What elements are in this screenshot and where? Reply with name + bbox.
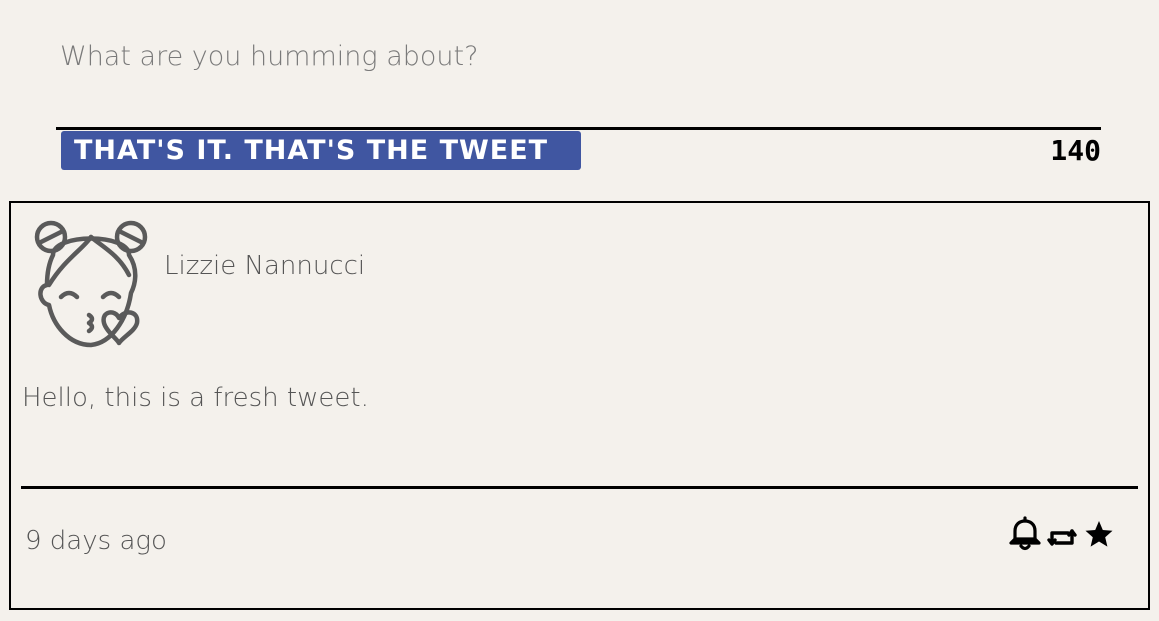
character-counter: 140 (1050, 134, 1101, 167)
compose-tweet-input[interactable] (58, 26, 1102, 86)
tweet-actions (1008, 513, 1116, 553)
tweet-divider (21, 486, 1138, 489)
submit-tweet-button[interactable]: THAT'S IT. THAT'S THE TWEET (61, 131, 581, 170)
tweet-card: Lizzie Nannucci Hello, this is a fresh t… (9, 201, 1150, 610)
compose-divider (56, 127, 1101, 130)
tweet-timestamp: 9 days ago (25, 526, 167, 556)
star-icon[interactable] (1082, 513, 1116, 553)
tweet-header: Lizzie Nannucci (11, 203, 1148, 353)
compose-form: THAT'S IT. THAT'S THE TWEET 140 (0, 0, 1159, 190)
kissing-girl-avatar-icon (34, 220, 148, 348)
author-name: Lizzie Nannucci (164, 251, 366, 281)
avatar (31, 215, 151, 350)
tweet-text: Hello, this is a fresh tweet. (22, 383, 369, 413)
bell-icon[interactable] (1008, 513, 1042, 553)
retweet-icon[interactable] (1046, 513, 1078, 553)
